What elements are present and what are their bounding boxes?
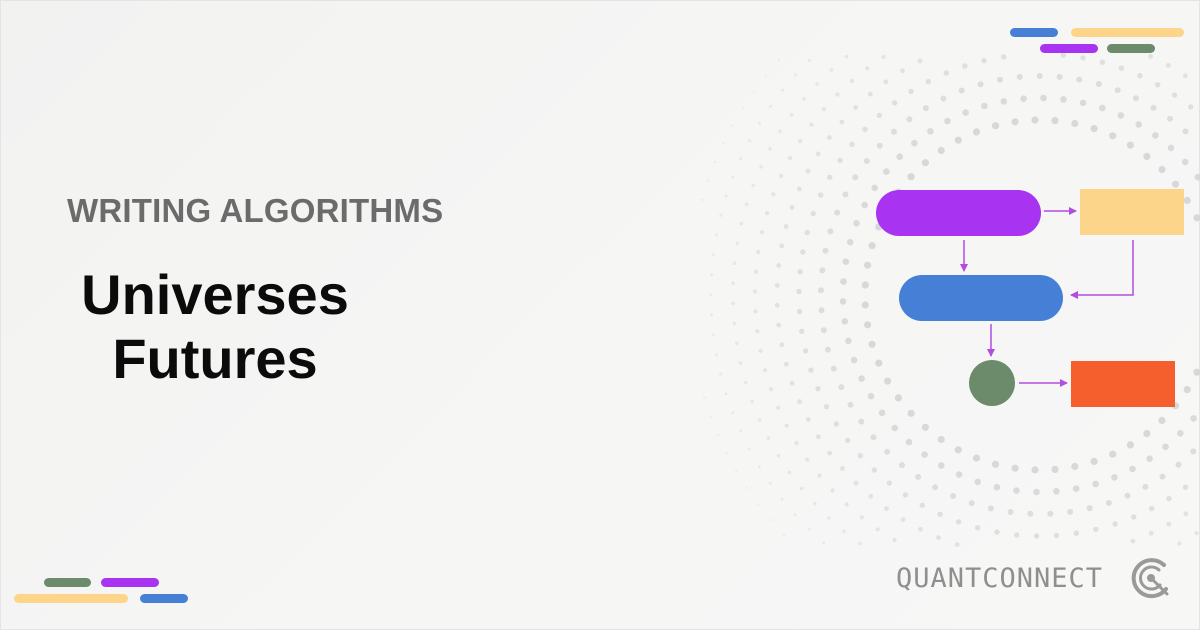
diagram-green-circle xyxy=(969,360,1015,406)
brand-wordmark: QUANTCONNECT xyxy=(896,563,1104,594)
quantconnect-logo-icon xyxy=(1131,558,1169,599)
diagram-purple-pill xyxy=(876,190,1041,236)
arrow-yellow-to-blue xyxy=(1070,240,1134,299)
diagram-orange-box xyxy=(1071,361,1175,407)
flow-diagram xyxy=(876,189,1184,407)
diagram-blue-pill xyxy=(899,275,1063,321)
diagram-yellow-box xyxy=(1080,189,1184,235)
